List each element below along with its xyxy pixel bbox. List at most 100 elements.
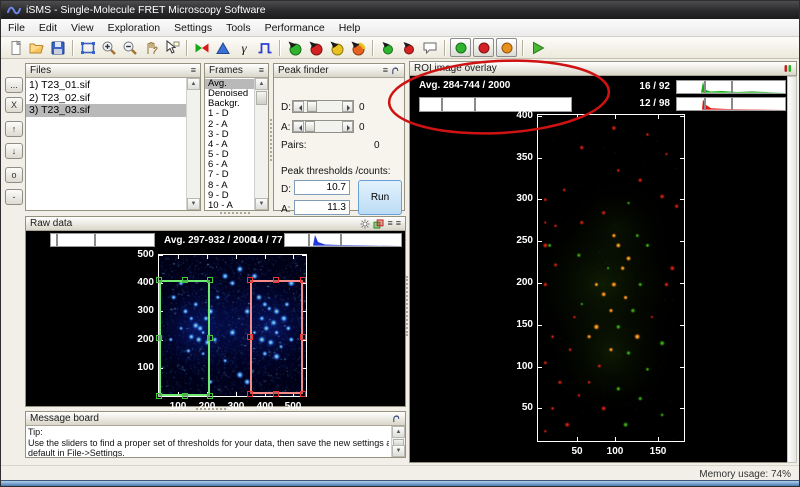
message-scrollbar[interactable]: ▲ ▼ <box>391 426 405 457</box>
red-channel-histogram[interactable] <box>676 97 786 111</box>
yellow-channel-arrow-button[interactable] <box>326 38 347 57</box>
zoom-in-button[interactable] <box>98 38 119 57</box>
zoom-out-button[interactable] <box>119 38 140 57</box>
file-list-item[interactable]: 2) T23_02.sif <box>26 92 200 105</box>
files-listbox[interactable]: 1) T23_01.sif2) T23_02.sif3) T23_03.sif … <box>26 78 200 210</box>
a-threshold-slider[interactable] <box>292 120 354 133</box>
toggle-red-button[interactable] <box>473 38 494 57</box>
panel-menu-icon[interactable]: ≡ <box>396 219 401 228</box>
raw-intensity-histogram[interactable] <box>284 233 402 247</box>
green-roi-rect-handle[interactable] <box>182 277 188 283</box>
splitter-handle[interactable] <box>220 212 250 215</box>
histogram-handle[interactable] <box>308 234 310 246</box>
slider-handle[interactable] <box>94 234 96 246</box>
red-marker-button[interactable] <box>398 38 419 57</box>
slider-handle[interactable] <box>56 234 58 246</box>
a-threshold-input[interactable]: 11.3 <box>294 200 350 215</box>
slider-thumb[interactable] <box>305 121 315 132</box>
red-roi-rect-handle[interactable] <box>300 334 306 340</box>
green-marker-button[interactable] <box>377 38 398 57</box>
d-threshold-input[interactable]: 10.7 <box>294 180 350 195</box>
menu-help[interactable]: Help <box>332 19 368 36</box>
save-button[interactable] <box>47 38 68 57</box>
undock-icon[interactable] <box>392 414 401 423</box>
zero-button[interactable]: o <box>5 167 23 183</box>
green-roi-rect[interactable] <box>159 280 210 396</box>
slider-handle[interactable] <box>474 98 476 111</box>
pulse-button[interactable] <box>254 38 275 57</box>
histogram-handle[interactable] <box>731 81 733 93</box>
frames-scrollbar[interactable]: ▲ ▼ <box>254 78 268 210</box>
panel-menu-icon[interactable]: ≡ <box>191 66 196 75</box>
splitter-handle[interactable] <box>196 408 226 411</box>
panel-menu-icon[interactable]: ≡ <box>259 66 264 75</box>
move-up-button[interactable]: ↑ <box>5 121 23 137</box>
gamma-button[interactable]: γ <box>233 38 254 57</box>
scroll-down-button[interactable]: ▼ <box>392 445 405 457</box>
raw-contrast-slider[interactable] <box>50 233 155 247</box>
d-threshold-slider[interactable] <box>292 100 354 113</box>
menu-performance[interactable]: Performance <box>258 19 332 36</box>
panel-menu-icon[interactable]: ≡ <box>387 219 392 228</box>
red-roi-rect-handle[interactable] <box>300 277 306 283</box>
green-roi-rect-handle[interactable] <box>207 335 213 341</box>
menu-settings[interactable]: Settings <box>167 19 219 36</box>
splitter-handle[interactable] <box>270 119 273 161</box>
red-roi-rect[interactable] <box>250 280 303 394</box>
menu-tools[interactable]: Tools <box>219 19 258 36</box>
green-roi-rect-handle[interactable] <box>207 277 213 283</box>
frames-listbox[interactable]: Avg.DenoisedBackgr.1 - D2 - A3 - D4 - A5… <box>205 78 268 210</box>
red-roi-rect-handle[interactable] <box>300 391 306 397</box>
undock-icon[interactable] <box>391 66 400 75</box>
scroll-up-button[interactable]: ▲ <box>255 78 268 90</box>
green-roi-rect-handle[interactable] <box>156 277 162 283</box>
channel-overlay-icon[interactable] <box>373 219 384 229</box>
scroll-thumb[interactable] <box>256 91 267 105</box>
red-roi-rect-handle[interactable] <box>247 277 253 283</box>
menu-view[interactable]: View <box>64 19 101 36</box>
toggle-orange-button[interactable] <box>496 38 517 57</box>
run-button[interactable]: Run <box>358 180 402 215</box>
green-roi-rect-handle[interactable] <box>207 393 213 399</box>
histogram-handle[interactable] <box>731 98 733 110</box>
histogram-handle[interactable] <box>704 81 706 93</box>
minus-button[interactable]: - <box>5 189 23 205</box>
slider-right-arrow[interactable] <box>342 121 353 132</box>
new-file-button[interactable] <box>5 38 26 57</box>
file-list-item[interactable]: 1) T23_01.sif <box>26 79 200 92</box>
red-roi-rect-handle[interactable] <box>273 391 279 397</box>
move-down-button[interactable]: ↓ <box>5 143 23 159</box>
toggle-green-button[interactable] <box>450 38 471 57</box>
panel-scrollbar[interactable] <box>787 76 797 463</box>
fret-pair-button[interactable] <box>191 38 212 57</box>
red-roi-rect-handle[interactable] <box>273 277 279 283</box>
scroll-down-button[interactable]: ▼ <box>187 198 200 210</box>
green-roi-rect-handle[interactable] <box>156 393 162 399</box>
orange-channel-arrow-button[interactable] <box>347 38 368 57</box>
raw-image-plot[interactable] <box>158 254 307 397</box>
slider-left-arrow[interactable] <box>293 101 304 112</box>
profile-button[interactable] <box>212 38 233 57</box>
roi-contrast-slider[interactable] <box>419 97 572 112</box>
files-scrollbar[interactable]: ▲ ▼ <box>186 78 200 210</box>
red-roi-rect-handle[interactable] <box>247 334 253 340</box>
file-list-item[interactable]: 3) T23_03.sif <box>26 104 200 117</box>
scroll-up-button[interactable]: ▲ <box>392 426 405 438</box>
histogram-handle[interactable] <box>340 234 342 246</box>
open-file-button[interactable] <box>26 38 47 57</box>
green-channel-arrow-button[interactable] <box>284 38 305 57</box>
panel-menu-icon[interactable]: ≡ <box>383 66 388 75</box>
slider-handle[interactable] <box>441 98 443 111</box>
slider-right-arrow[interactable] <box>342 101 353 112</box>
green-roi-rect-handle[interactable] <box>182 393 188 399</box>
menu-exploration[interactable]: Exploration <box>101 19 168 36</box>
pan-hand-button[interactable] <box>140 38 161 57</box>
slider-left-arrow[interactable] <box>293 121 304 132</box>
display-options-icon[interactable] <box>360 219 370 229</box>
splitter-handle[interactable] <box>406 276 409 336</box>
run-play-button[interactable] <box>527 38 548 57</box>
data-cursor-button[interactable] <box>161 38 182 57</box>
slider-thumb[interactable] <box>307 101 317 112</box>
menu-edit[interactable]: Edit <box>32 19 64 36</box>
scroll-down-button[interactable]: ▼ <box>255 198 268 210</box>
